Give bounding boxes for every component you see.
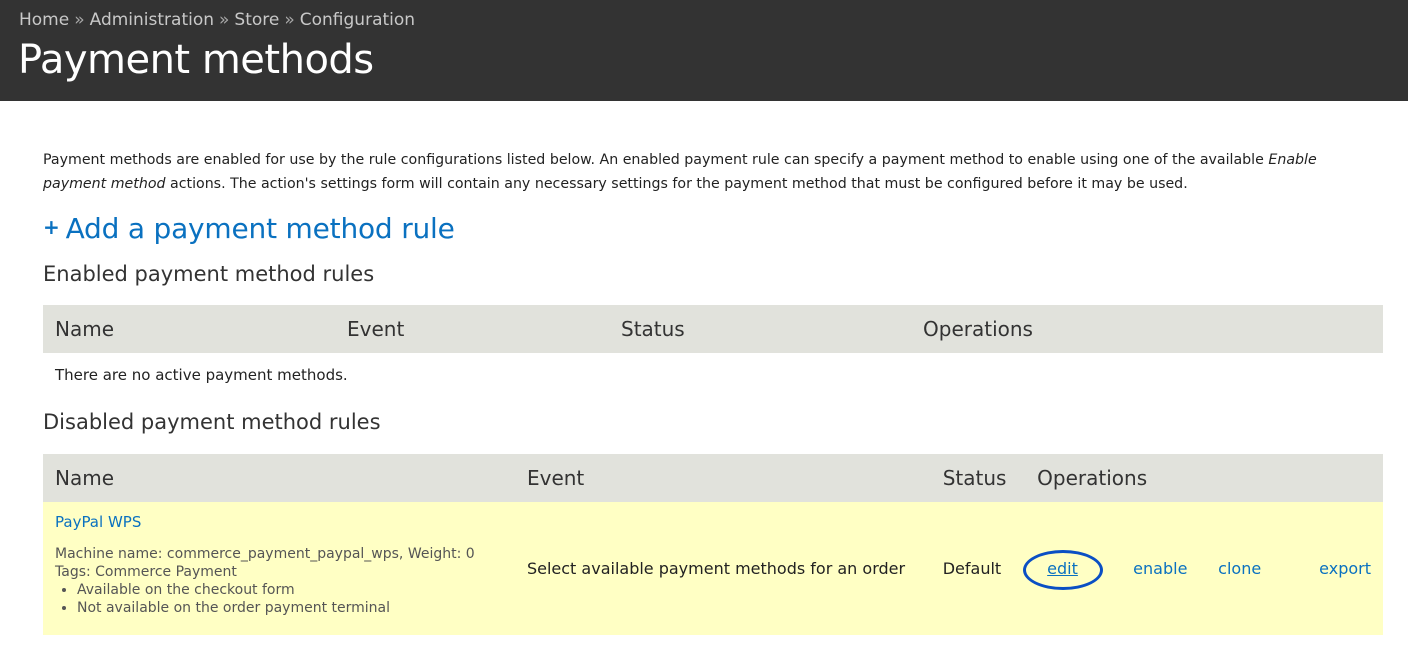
disabled-rules-table: Name Event Status Operations PayPal WPS … <box>43 454 1383 635</box>
rule-tags: Tags: Commerce Payment <box>55 564 237 580</box>
rule-meta: Machine name: commerce_payment_paypal_wp… <box>55 545 503 617</box>
plus-icon: + <box>43 215 60 239</box>
table-row: PayPal WPS Machine name: commerce_paymen… <box>43 502 1383 635</box>
column-header-event: Event <box>335 305 609 353</box>
add-payment-method-rule-link[interactable]: + Add a payment method rule <box>43 212 455 245</box>
breadcrumb-store[interactable]: Store <box>234 10 279 30</box>
breadcrumb-home[interactable]: Home <box>19 10 69 30</box>
clone-link[interactable]: clone <box>1218 559 1261 578</box>
intro-text: Payment methods are enabled for use by t… <box>43 148 1343 196</box>
breadcrumb-administration[interactable]: Administration <box>90 10 214 30</box>
page-header: Home» Administration» Store» Configuration … <box>0 0 1408 101</box>
edit-link[interactable]: edit <box>1023 550 1104 590</box>
add-rule-label: Add a payment method rule <box>65 212 455 245</box>
column-header-operations: Operations <box>911 305 1383 353</box>
rule-name-cell: PayPal WPS Machine name: commerce_paymen… <box>43 502 515 635</box>
page-title: Payment methods <box>18 37 374 83</box>
column-header-event: Event <box>514 454 931 502</box>
breadcrumb-separator: » <box>74 10 85 30</box>
rule-notes-list: Available on the checkout form Not avail… <box>55 581 503 617</box>
intro-part2: actions. The action's settings form will… <box>165 176 1188 192</box>
breadcrumb-separator: » <box>284 10 295 30</box>
export-link[interactable]: export <box>1319 559 1371 578</box>
enabled-rules-title: Enabled payment method rules <box>43 262 375 286</box>
rule-event-cell: Select available payment methods for an … <box>514 502 931 635</box>
rule-status-cell: Default <box>930 502 1026 635</box>
disabled-rules-title: Disabled payment method rules <box>43 410 381 434</box>
rule-operations-cell: edit enable clone export <box>1023 502 1383 635</box>
breadcrumb-separator: » <box>219 10 230 30</box>
rule-note: Not available on the order payment termi… <box>77 599 503 617</box>
column-header-status: Status <box>930 454 1026 502</box>
column-header-operations: Operations <box>1025 454 1383 502</box>
enabled-rules-table: Name Event Status Operations There are n… <box>43 305 1383 397</box>
edit-link-label: edit <box>1047 559 1078 578</box>
column-header-status: Status <box>609 305 911 353</box>
intro-part1: Payment methods are enabled for use by t… <box>43 152 1269 168</box>
rule-note: Available on the checkout form <box>77 581 503 599</box>
column-header-name: Name <box>43 305 335 353</box>
empty-table-message: There are no active payment methods. <box>55 366 348 384</box>
column-header-name: Name <box>43 454 515 502</box>
rule-name-link[interactable]: PayPal WPS <box>55 513 141 531</box>
breadcrumb: Home» Administration» Store» Configuration <box>19 10 415 30</box>
breadcrumb-configuration[interactable]: Configuration <box>300 10 415 30</box>
rule-machine-name: Machine name: commerce_payment_paypal_wp… <box>55 546 475 562</box>
enable-link[interactable]: enable <box>1133 559 1187 578</box>
